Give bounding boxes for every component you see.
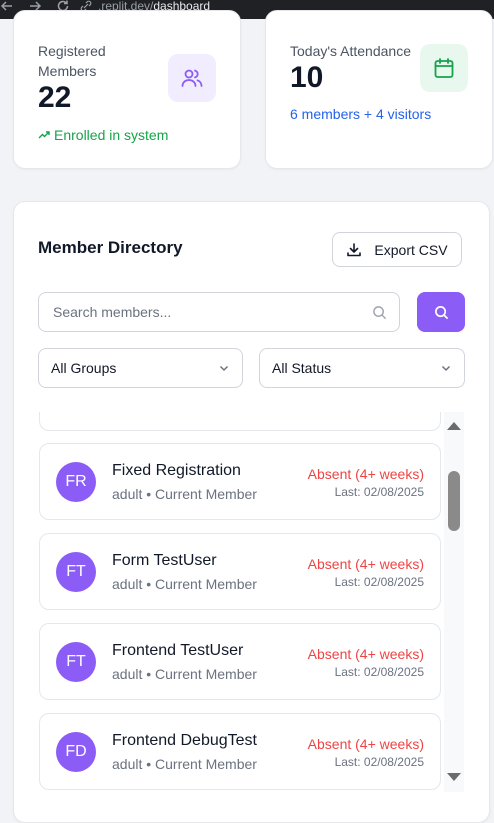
status-filter-value: All Status [272, 360, 332, 376]
attendance-card: Today's Attendance 10 6 members + 4 visi… [265, 10, 493, 169]
avatar: FD [56, 732, 96, 772]
trending-up-icon [38, 131, 50, 139]
scroll-up-arrow-icon[interactable] [447, 422, 461, 430]
member-directory-title: Member Directory [38, 238, 183, 257]
list-scrollbar[interactable] [444, 412, 464, 792]
member-subtitle: adult • Current Member [112, 756, 257, 772]
member-name: Frontend TestUser [112, 642, 244, 659]
avatar: FR [56, 462, 96, 502]
chevron-down-icon [219, 365, 229, 372]
back-icon[interactable] [0, 0, 14, 13]
status-badge: Absent (4+ weeks) [307, 556, 424, 572]
list-item[interactable]: FD Frontend DebugTest adult • Current Me… [39, 713, 441, 790]
last-attended: Last: 02/08/2025 [334, 755, 424, 769]
users-icon [168, 54, 216, 102]
search-icon [373, 305, 387, 319]
export-csv-label: Export CSV [374, 241, 448, 258]
registered-members-value: 22 [38, 81, 72, 114]
group-filter-value: All Groups [51, 360, 117, 376]
scroll-thumb[interactable] [448, 471, 460, 531]
last-attended: Last: 02/08/2025 [334, 665, 424, 679]
scroll-down-arrow-icon[interactable] [447, 773, 461, 781]
calendar-icon [420, 44, 468, 92]
list-item[interactable]: FT Form TestUser adult • Current Member … [39, 533, 441, 610]
last-attended: Last: 02/08/2025 [334, 575, 424, 589]
group-filter-select[interactable]: All Groups [38, 348, 243, 388]
status-badge: Absent (4+ weeks) [307, 646, 424, 662]
search-icon [434, 305, 448, 319]
avatar: FT [56, 552, 96, 592]
attendance-label: Today's Attendance [290, 43, 411, 59]
member-name: Frontend DebugTest [112, 732, 257, 749]
last-attended: Last: 02/08/2025 [334, 485, 424, 499]
status-filter-select[interactable]: All Status [259, 348, 465, 388]
search-field[interactable] [38, 292, 400, 332]
export-csv-button[interactable]: Export CSV [332, 232, 462, 267]
list-item[interactable] [39, 412, 441, 431]
attendance-foot[interactable]: 6 members + 4 visitors [290, 106, 431, 122]
registered-members-foot: Enrolled in system [38, 127, 168, 143]
status-badge: Absent (4+ weeks) [307, 466, 424, 482]
chevron-down-icon [441, 365, 451, 372]
attendance-value: 10 [290, 61, 324, 94]
list-item[interactable]: FT Frontend TestUser adult • Current Mem… [39, 623, 441, 700]
registered-members-label: Registered Members [38, 43, 106, 79]
member-subtitle: adult • Current Member [112, 486, 257, 502]
member-name: Form TestUser [112, 552, 217, 569]
member-subtitle: adult • Current Member [112, 576, 257, 592]
member-list[interactable]: FR Fixed Registration adult • Current Me… [38, 412, 441, 822]
avatar: FT [56, 642, 96, 682]
member-subtitle: adult • Current Member [112, 666, 257, 682]
member-name: Fixed Registration [112, 462, 241, 479]
search-input[interactable] [51, 303, 372, 321]
download-icon [347, 242, 362, 256]
member-directory-card: Member Directory Export CSV All Groups A… [13, 201, 490, 823]
registered-members-card: Registered Members 22 Enrolled in system [13, 10, 241, 169]
search-button[interactable] [417, 292, 465, 332]
status-badge: Absent (4+ weeks) [307, 736, 424, 752]
list-item[interactable]: FR Fixed Registration adult • Current Me… [39, 443, 441, 520]
